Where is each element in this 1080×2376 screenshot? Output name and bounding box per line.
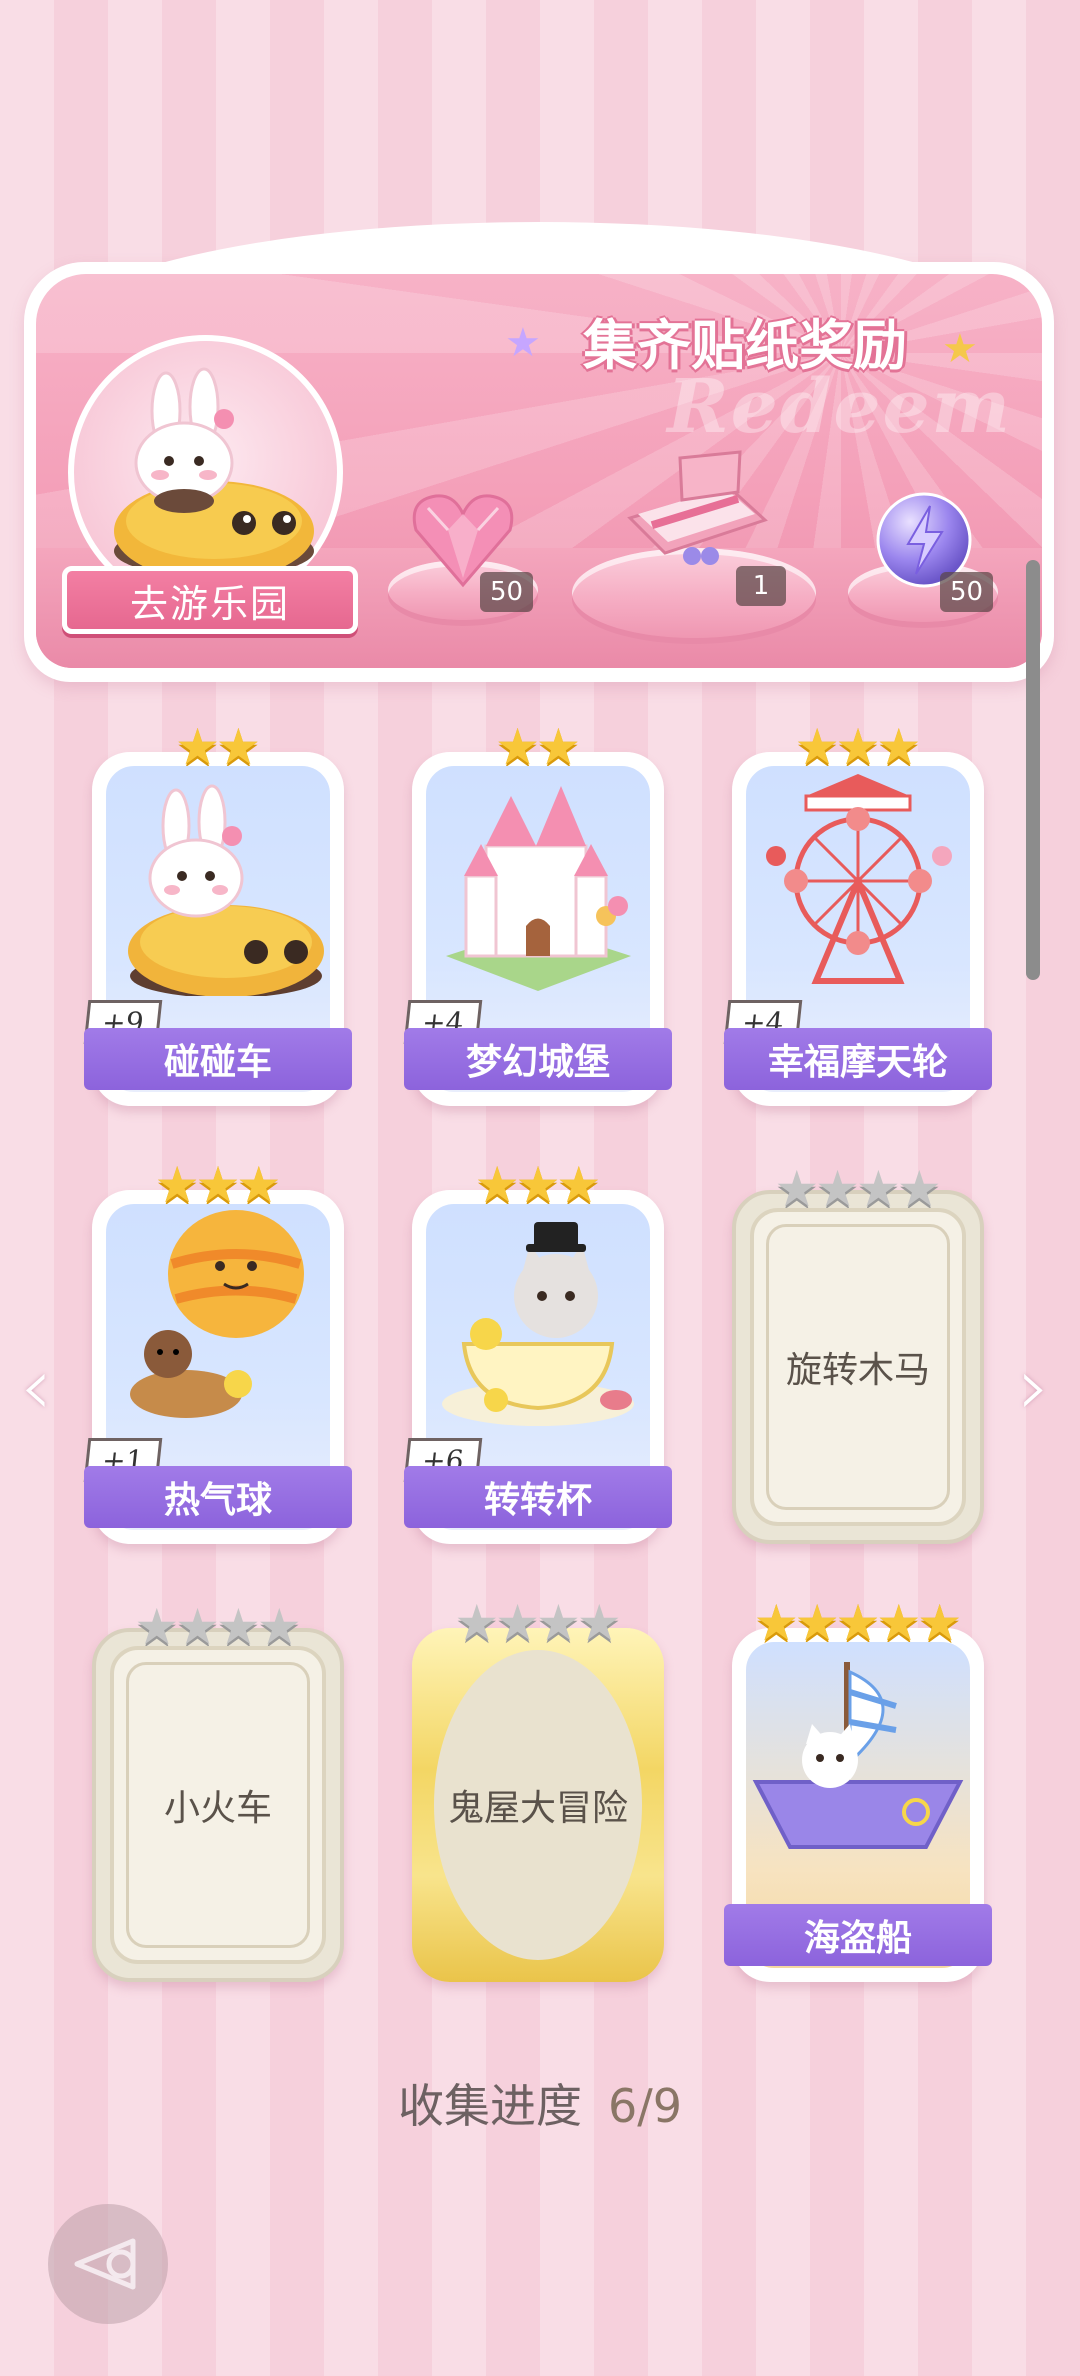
star-rating: ★ ★ ★ <box>794 718 922 776</box>
star-rating: ★ ★ <box>495 718 581 776</box>
progress-value: 6/9 <box>607 2079 683 2133</box>
hot-air-balloon-icon <box>130 1210 304 1418</box>
star-rating: ★ ★ ★ <box>474 1156 602 1214</box>
reward-count: 1 <box>736 566 786 606</box>
star-rating: ★ ★ ★ <box>154 1156 282 1214</box>
back-arrow-icon <box>74 2238 136 2290</box>
card-placeholder: 鬼屋大冒险 <box>434 1650 642 1960</box>
ferris-wheel-icon <box>766 774 952 984</box>
progress-label: 收集进度 <box>397 2079 582 2133</box>
sticker-card[interactable]: ★ ★ ★ +1 热气球 <box>83 1160 352 1544</box>
reward-count: 50 <box>480 572 534 612</box>
back-button[interactable] <box>48 2204 168 2324</box>
card-name: 小火车 <box>163 1788 272 1829</box>
star-rating: ★ ★ ★ ★ <box>134 1598 302 1656</box>
reward-title: 集齐贴纸奖励 <box>583 313 907 377</box>
sticker-card-locked[interactable]: ★ ★ ★ ★ 小火车 <box>92 1602 344 1982</box>
sticker-card[interactable]: ★ ★ +4 梦幻城堡 <box>403 722 672 1106</box>
next-page-arrow[interactable]: › <box>1018 1340 1050 1433</box>
card-name: 转转杯 <box>404 1466 672 1528</box>
scrollbar[interactable] <box>1026 560 1040 980</box>
go-to-park-button[interactable]: 去游乐园 <box>62 566 358 634</box>
card-name: 热气球 <box>84 1466 352 1528</box>
card-name: 碰碰车 <box>84 1028 352 1090</box>
star-rating: ★ ★ ★ ★ <box>774 1160 942 1218</box>
prev-page-arrow[interactable]: ‹ <box>20 1340 52 1433</box>
pirate-ship-icon <box>752 1662 964 1849</box>
card-name: 幸福摩天轮 <box>724 1028 992 1090</box>
reward-count: 50 <box>940 572 994 612</box>
sticker-card[interactable]: ★ ★ ★ +4 幸福摩天轮 <box>723 722 992 1106</box>
sticker-card[interactable]: ★ ★ ★ +6 转转杯 <box>403 1160 672 1544</box>
sticker-card[interactable]: ★ ★ +9 碰碰车 <box>83 722 352 1106</box>
card-name: 海盗船 <box>724 1904 992 1966</box>
bunny-bumper-car-icon <box>114 367 314 581</box>
gift-box-icon <box>627 450 768 565</box>
sticker-card[interactable]: ★ ★ ★ ★ ★ 海盗船 <box>724 1598 992 1982</box>
star-rating: ★ ★ ★ ★ ★ <box>753 1594 963 1652</box>
bunny-bumper-car-icon <box>128 784 324 998</box>
star-rating: ★ ★ <box>175 718 261 776</box>
star-rating: ★ ★ ★ ★ <box>454 1594 622 1652</box>
castle-icon <box>446 786 631 991</box>
card-name: 梦幻城堡 <box>404 1028 672 1090</box>
cat-teacup-icon <box>442 1222 634 1426</box>
collection-progress: 收集进度 6/9 <box>0 2070 1080 2136</box>
card-placeholder: 小火车 <box>110 1646 326 1964</box>
card-placeholder: 旋转木马 <box>750 1208 966 1526</box>
card-name: 旋转木马 <box>785 1350 930 1391</box>
sticker-card-locked[interactable]: ★ ★ ★ ★ 旋转木马 <box>732 1164 984 1544</box>
sticker-card-locked[interactable]: ★ ★ ★ ★ 鬼屋大冒险 <box>412 1598 664 1982</box>
card-name: 鬼屋大冒险 <box>447 1788 628 1829</box>
